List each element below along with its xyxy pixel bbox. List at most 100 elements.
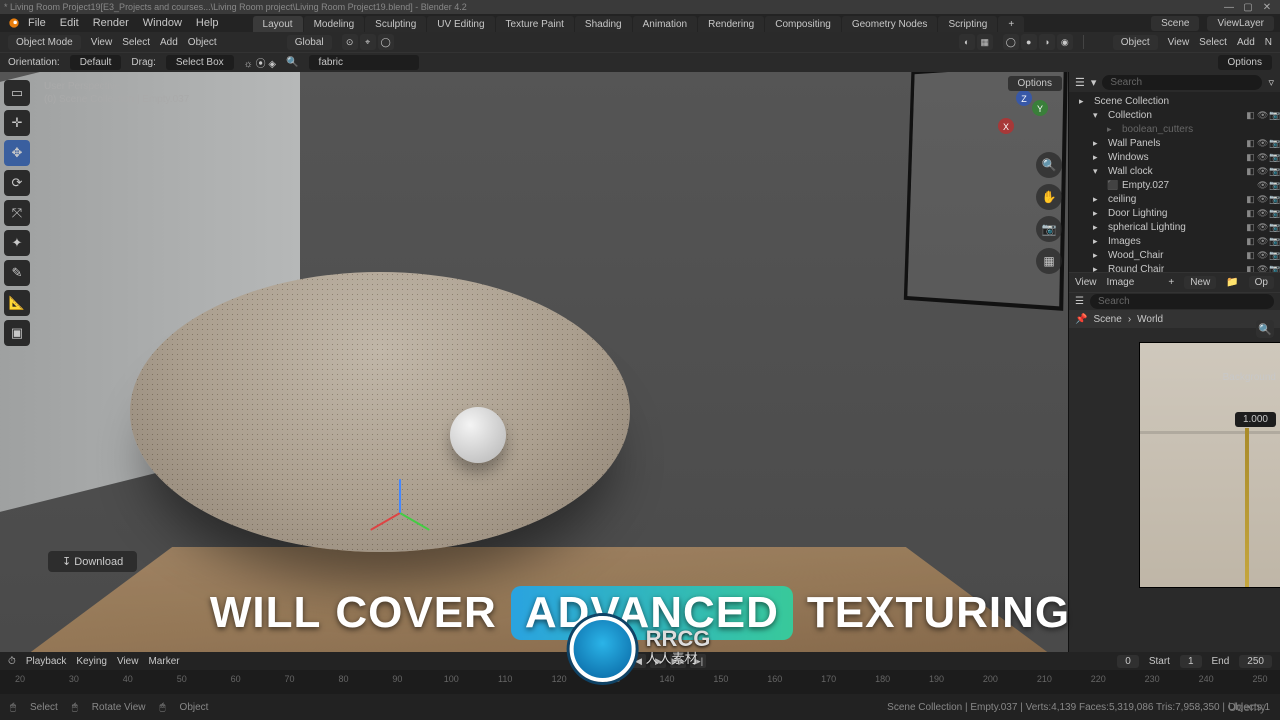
tool-select-box[interactable]: ▭ [4, 80, 30, 106]
tool-annotate[interactable]: ✎ [4, 260, 30, 286]
menu-edit[interactable]: Edit [60, 17, 79, 29]
start-frame[interactable]: 1 [1180, 655, 1202, 668]
outliner-editor-icon[interactable]: ☰ [1075, 76, 1085, 89]
img-new-button[interactable]: New [1184, 276, 1216, 289]
viewport-options[interactable]: Options [1008, 76, 1062, 91]
menu-file[interactable]: File [28, 17, 46, 29]
img-add-icon[interactable]: + [1168, 277, 1174, 288]
rheader-add[interactable]: Add [1237, 37, 1255, 48]
perspective-icon[interactable]: ▦ [1036, 248, 1062, 274]
play-reverse-icon[interactable]: ◀ [630, 654, 646, 668]
tool-cursor[interactable]: ✛ [4, 110, 30, 136]
tl-keying[interactable]: Keying [76, 656, 107, 667]
pin-icon[interactable]: 📌 [1075, 314, 1087, 325]
viewlayer-selector[interactable]: ViewLayer [1207, 16, 1274, 31]
drag-value[interactable]: Select Box [166, 55, 234, 70]
tab-modeling[interactable]: Modeling [304, 16, 365, 32]
tool-icon-3[interactable]: ◈ [268, 59, 276, 70]
outliner-item[interactable]: ▾Wall clock◧👁📷 [1069, 164, 1280, 178]
header-add[interactable]: Add [160, 37, 178, 48]
gizmo-y-axis[interactable] [400, 512, 430, 531]
orientation-value[interactable]: Default [70, 55, 122, 70]
tab-layout[interactable]: Layout [253, 16, 303, 32]
gizmo-visibility-icon[interactable]: ◐ [959, 34, 975, 50]
crumb-scene[interactable]: Scene [1093, 314, 1121, 325]
tab-sculpting[interactable]: Sculpting [365, 16, 426, 32]
next-key-icon[interactable]: ▶▶ [670, 654, 686, 668]
wireframe-shading-icon[interactable]: ◯ [1003, 34, 1019, 50]
snap-icon[interactable]: ⌖ [360, 34, 376, 50]
outliner-item[interactable]: ▸Windows◧👁📷 [1069, 150, 1280, 164]
tool-rotate[interactable]: ⟳ [4, 170, 30, 196]
outliner-filter-icon[interactable]: ▾ [1091, 76, 1097, 89]
current-frame[interactable]: 0 [1117, 655, 1139, 668]
tab-add[interactable]: + [998, 16, 1024, 32]
tool-icon-2[interactable]: ⦿ [256, 59, 266, 70]
tab-shading[interactable]: Shading [575, 16, 632, 32]
img-menu-image[interactable]: Image [1107, 277, 1135, 288]
header-view[interactable]: View [91, 37, 113, 48]
timeline-ruler[interactable]: 2030405060708090100110120130140150160170… [0, 670, 1280, 694]
outliner-item[interactable]: ▸Wall Panels◧👁📷 [1069, 136, 1280, 150]
tab-rendering[interactable]: Rendering [698, 16, 764, 32]
pan-icon[interactable]: ✋ [1036, 184, 1062, 210]
gizmo-z-axis[interactable] [399, 479, 401, 513]
close-button[interactable]: ✕ [1258, 1, 1276, 13]
options-button[interactable]: Options [1218, 55, 1272, 70]
minimize-button[interactable]: — [1220, 1, 1238, 13]
overlay-toggle-icon[interactable]: ▦ [977, 34, 993, 50]
zoom-icon[interactable]: 🔍 [1036, 152, 1062, 178]
tool-measure[interactable]: 📐 [4, 290, 30, 316]
search-field[interactable]: fabric [309, 55, 419, 70]
outliner-filter-funnel-icon[interactable]: ▿ [1268, 76, 1274, 89]
solid-shading-icon[interactable]: ● [1021, 34, 1037, 50]
transform-gizmo[interactable] [360, 472, 440, 552]
header-select[interactable]: Select [122, 37, 150, 48]
outliner-item[interactable]: ▾Collection◧👁📷 [1069, 108, 1280, 122]
folder-icon[interactable]: 📁 [1226, 277, 1238, 288]
tab-uv-editing[interactable]: UV Editing [427, 16, 494, 32]
jump-start-icon[interactable]: |◀ [590, 654, 606, 668]
outliner-item[interactable]: ▸ceiling◧👁📷 [1069, 192, 1280, 206]
matprev-shading-icon[interactable]: ◑ [1039, 34, 1055, 50]
right-mode-dropdown[interactable]: Object [1113, 35, 1158, 50]
tl-marker[interactable]: Marker [148, 656, 179, 667]
outliner-item[interactable]: ▸spherical Lighting◧👁📷 [1069, 220, 1280, 234]
menu-window[interactable]: Window [143, 17, 182, 29]
end-frame[interactable]: 250 [1239, 655, 1272, 668]
prev-key-icon[interactable]: ◀◀ [610, 654, 626, 668]
navigation-gizmo[interactable]: Y X Z [992, 88, 1052, 148]
viewport-3d[interactable]: User Perspective (0) Scene Collection | … [0, 72, 1068, 652]
crumb-world[interactable]: World [1137, 314, 1163, 325]
tool-transform[interactable]: ✦ [4, 230, 30, 256]
img-open-button[interactable]: Op [1249, 276, 1274, 289]
rheader-select[interactable]: Select [1199, 37, 1227, 48]
timeline-icon[interactable]: ⏱ [8, 656, 16, 667]
rheader-n[interactable]: N [1265, 37, 1272, 48]
outliner-item[interactable]: ▸Door Lighting◧👁📷 [1069, 206, 1280, 220]
properties-search[interactable]: Search [1090, 294, 1274, 309]
image-zoom-icon[interactable]: 🔍 [1256, 320, 1274, 338]
header-object[interactable]: Object [188, 37, 217, 48]
gizmo-x-axis[interactable] [370, 512, 400, 531]
tool-add-cube[interactable]: ▣ [4, 320, 30, 346]
maximize-button[interactable]: ▢ [1239, 1, 1257, 13]
tab-scripting[interactable]: Scripting [938, 16, 997, 32]
menu-render[interactable]: Render [93, 17, 129, 29]
tool-move[interactable]: ✥ [4, 140, 30, 166]
tool-icon-1[interactable]: ☼ [244, 59, 253, 70]
mode-dropdown[interactable]: Object Mode [8, 35, 81, 50]
rheader-view[interactable]: View [1168, 37, 1190, 48]
outliner-search[interactable]: Search [1102, 75, 1262, 90]
tl-playback[interactable]: Playback [26, 656, 67, 667]
pivot-icon[interactable]: ⊙ [342, 34, 358, 50]
transform-orientation[interactable]: Global [287, 35, 332, 50]
outliner-root[interactable]: ▸ Scene Collection [1069, 94, 1280, 108]
proportional-icon[interactable]: ◯ [378, 34, 394, 50]
camera-icon[interactable]: 📷 [1036, 216, 1062, 242]
outliner-item[interactable]: ▸boolean_cutters [1069, 122, 1280, 136]
tool-scale[interactable]: ⤧ [4, 200, 30, 226]
outliner-tree[interactable]: ▸ Scene Collection ▾Collection◧👁📷 ▸boole… [1069, 92, 1280, 272]
props-editor-icon[interactable]: ☰ [1075, 296, 1084, 307]
outliner-item[interactable]: ⬛Empty.027👁📷 [1069, 178, 1280, 192]
